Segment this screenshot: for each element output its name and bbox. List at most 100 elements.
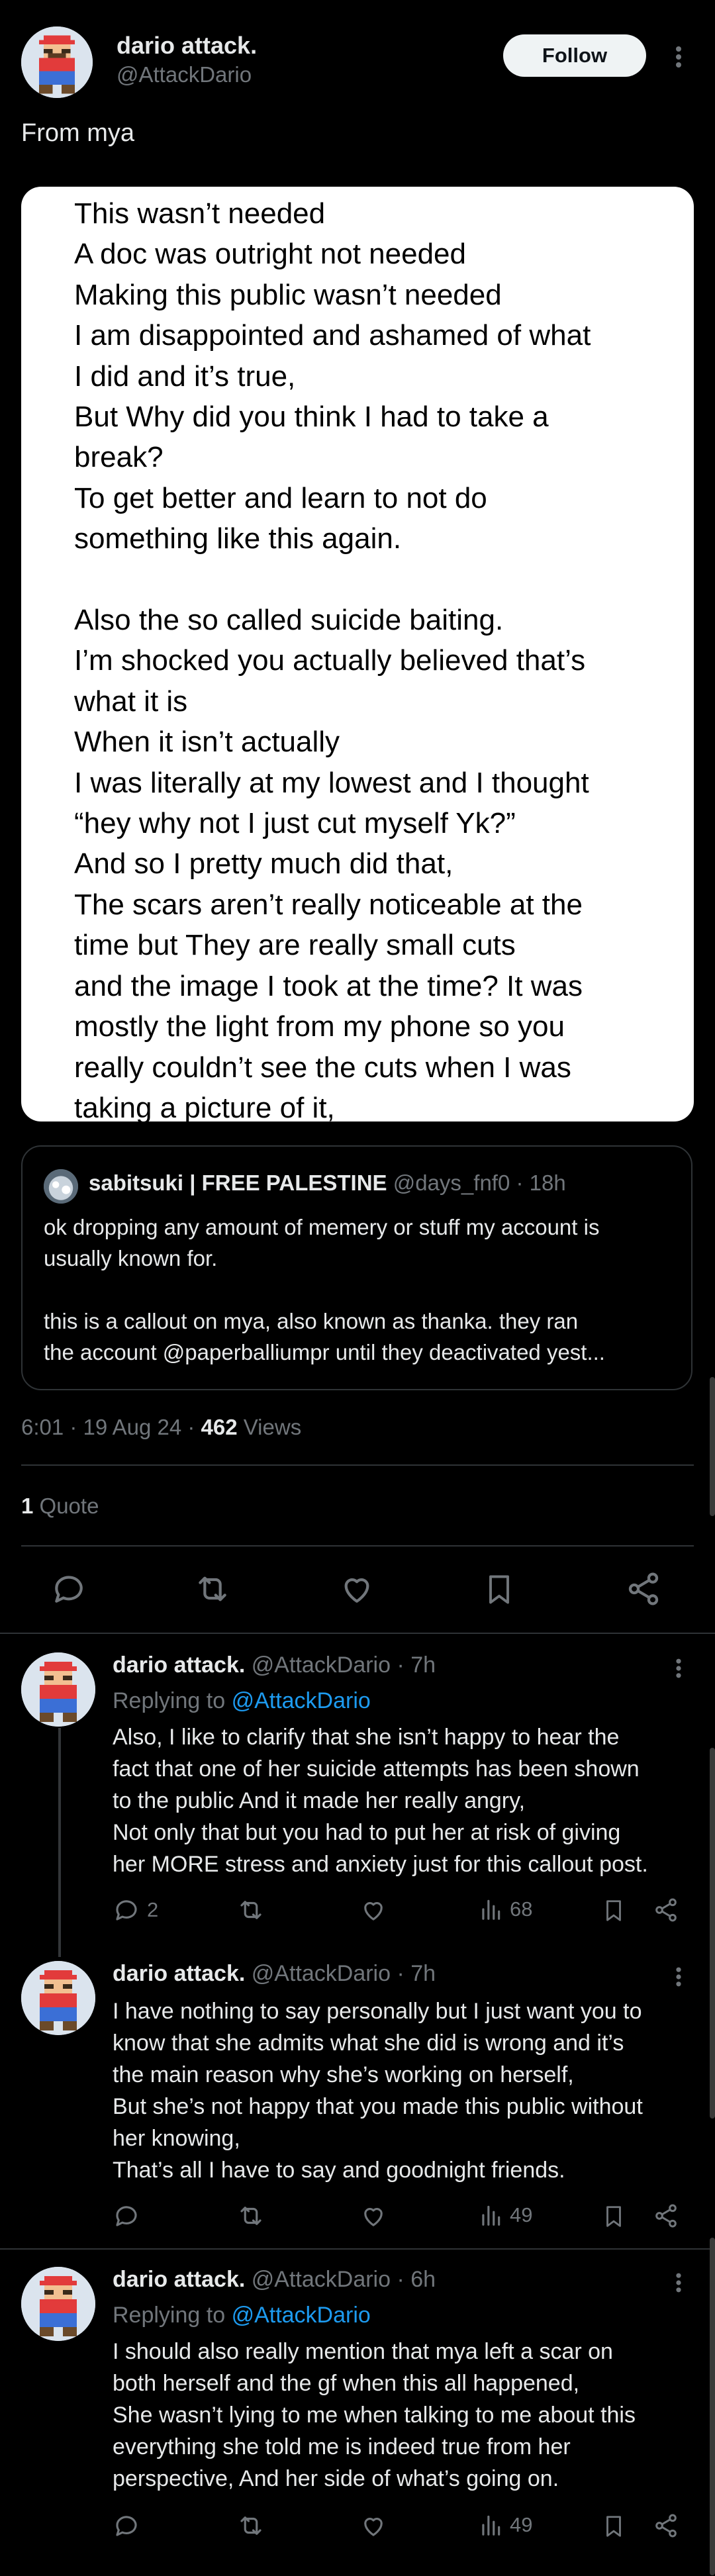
image-text: This wasn’t needed A doc was outright not…: [74, 193, 591, 1121]
reply-icon[interactable]: [113, 2202, 140, 2230]
more-dots-icon[interactable]: [669, 44, 689, 70]
image-text-line: time but They are really small cuts: [74, 929, 516, 962]
views-count: 462: [201, 1415, 238, 1439]
reply-text-line: fact that one of her suicide attempts ha…: [113, 1756, 640, 1782]
reply-author-name[interactable]: dario attack.: [113, 1961, 245, 1986]
replying-to-label: Replying to: [113, 1688, 226, 1713]
author-avatar[interactable]: [21, 26, 93, 98]
reply-text-line: She wasn’t lying to me when talking to m…: [113, 2403, 636, 2428]
views-label: Views: [243, 1415, 302, 1439]
reply-header: dario attack. @AttackDario · 7h: [113, 1961, 436, 1987]
reply-text-line: That’s all I have to say and goodnight f…: [113, 2158, 565, 2183]
reply-author-handle[interactable]: @AttackDario: [252, 2267, 391, 2292]
reply-text-line: Also, I like to clarify that she isn’t h…: [113, 1725, 620, 1750]
image-text-line: But Why did you think I had to take a: [74, 401, 549, 434]
image-text-line: mostly the light from my phone so you: [74, 1010, 565, 1043]
quoted-text-line: the account @paperballiumpr until they d…: [44, 1340, 605, 1364]
reply-icon[interactable]: [113, 2512, 140, 2540]
views-icon: [478, 2512, 503, 2538]
repost-icon[interactable]: [236, 2202, 266, 2230]
views-icon: [478, 2202, 503, 2228]
quoted-author-avatar: [44, 1169, 78, 1204]
reply-text-line: I should also really mention that mya le…: [113, 2339, 613, 2364]
divider: [21, 1464, 694, 1466]
share-icon[interactable]: [653, 2202, 679, 2230]
divider: [21, 1545, 694, 1547]
reply-text-line: But she’s not happy that you made this p…: [113, 2094, 643, 2119]
scrollbar[interactable]: [710, 1748, 715, 2119]
quoted-tweet[interactable]: sabitsuki | FREE PALESTINE @days_fnf0 · …: [21, 1145, 692, 1390]
repost-icon[interactable]: [236, 1896, 266, 1924]
reply-text-line: know that she admits what she did is wro…: [113, 2030, 624, 2056]
views-button[interactable]: 49: [478, 2512, 532, 2538]
share-icon[interactable]: [653, 2512, 679, 2540]
reply-button[interactable]: 2: [113, 1896, 158, 1924]
reply-avatar[interactable]: [21, 1961, 95, 2035]
reply-text-line: the main reason why she’s working on her…: [113, 2062, 574, 2087]
quotes-label: Quote: [39, 1494, 99, 1518]
quotes-stat[interactable]: 1 Quote: [21, 1494, 99, 1519]
tweet-image[interactable]: This wasn’t needed A doc was outright not…: [21, 187, 694, 1121]
bookmark-icon[interactable]: [601, 2202, 626, 2231]
image-text-line: The scars aren’t really noticeable at th…: [74, 888, 583, 921]
quoted-author-name: sabitsuki | FREE PALESTINE: [89, 1170, 387, 1195]
views-count: 49: [510, 2203, 533, 2226]
follow-button-label: Follow: [542, 44, 608, 67]
image-text-line: When it isn’t actually: [74, 726, 340, 759]
views-icon: [478, 1896, 503, 1923]
image-text-line: break?: [74, 441, 164, 474]
bookmark-icon[interactable]: [601, 1896, 626, 1925]
image-text-line: This wasn’t needed: [74, 197, 326, 230]
reply-text-line: both herself and the gf when this all ha…: [113, 2371, 580, 2396]
tweet-timestamp[interactable]: 6:01 · 19 Aug 24 ·: [21, 1415, 195, 1439]
replying-to-handle[interactable]: @AttackDario: [232, 2303, 371, 2328]
like-icon[interactable]: [359, 2202, 388, 2230]
like-icon[interactable]: [359, 1896, 388, 1924]
quoted-author-handle: @days_fnf0: [393, 1170, 510, 1195]
repost-icon[interactable]: [236, 2512, 266, 2540]
quoted-time: · 18h: [516, 1170, 566, 1195]
quoted-text-line: ok dropping any amount of memery or stuf…: [44, 1215, 600, 1239]
image-text-line: A doc was outright not needed: [74, 238, 466, 271]
divider: [0, 1633, 715, 1634]
reply-author-handle[interactable]: @AttackDario: [252, 1961, 391, 1986]
reply-text-line: perspective, And her side of what’s goin…: [113, 2466, 559, 2491]
image-text-line: [74, 559, 591, 600]
quotes-count: 1: [21, 1494, 34, 1518]
image-text-line: what it is: [74, 685, 188, 718]
like-icon[interactable]: [359, 2512, 388, 2540]
image-text-line: and the image I took at the time? It was: [74, 969, 583, 1002]
author-name[interactable]: dario attack.: [117, 32, 257, 60]
bookmark-icon[interactable]: [601, 2512, 626, 2541]
reply-author-name[interactable]: dario attack.: [113, 2267, 245, 2292]
share-icon[interactable]: [625, 1570, 662, 1607]
reply-author-handle[interactable]: @AttackDario: [252, 1652, 391, 1678]
reply-author-name[interactable]: dario attack.: [113, 1652, 245, 1678]
views-button[interactable]: 49: [478, 2202, 532, 2228]
repost-icon[interactable]: [192, 1570, 233, 1607]
author-handle[interactable]: @AttackDario: [117, 62, 252, 87]
share-icon[interactable]: [653, 1896, 679, 1924]
reply-avatar[interactable]: [21, 2267, 95, 2341]
more-dots-icon[interactable]: [670, 2271, 687, 2295]
more-dots-icon[interactable]: [670, 1656, 687, 1680]
reply-header: dario attack. @AttackDario · 6h: [113, 2267, 436, 2293]
reply-icon[interactable]: [50, 1570, 87, 1607]
replying-to-handle[interactable]: @AttackDario: [232, 1688, 371, 1713]
reply-avatar[interactable]: [21, 1652, 95, 1727]
scrollbar[interactable]: [710, 2238, 715, 2575]
reply-text-line: Not only that but you had to put her at …: [113, 1820, 621, 1845]
scrollbar[interactable]: [710, 1377, 715, 1516]
more-dots-icon[interactable]: [670, 1965, 687, 1989]
like-icon[interactable]: [338, 1570, 376, 1607]
image-text-line: And so I pretty much did that,: [74, 847, 453, 881]
follow-button[interactable]: Follow: [503, 34, 646, 77]
reply-time: · 7h: [397, 1961, 436, 1986]
reply-icon: [113, 1896, 140, 1924]
image-text-line: Also the so called suicide baiting.: [74, 604, 504, 637]
tweet-text: From mya: [21, 119, 134, 147]
bookmark-icon[interactable]: [482, 1570, 516, 1609]
quoted-text-line: usually known for.: [44, 1246, 218, 1270]
views-button[interactable]: 68: [478, 1896, 532, 1923]
reply-time: · 7h: [397, 1652, 436, 1678]
